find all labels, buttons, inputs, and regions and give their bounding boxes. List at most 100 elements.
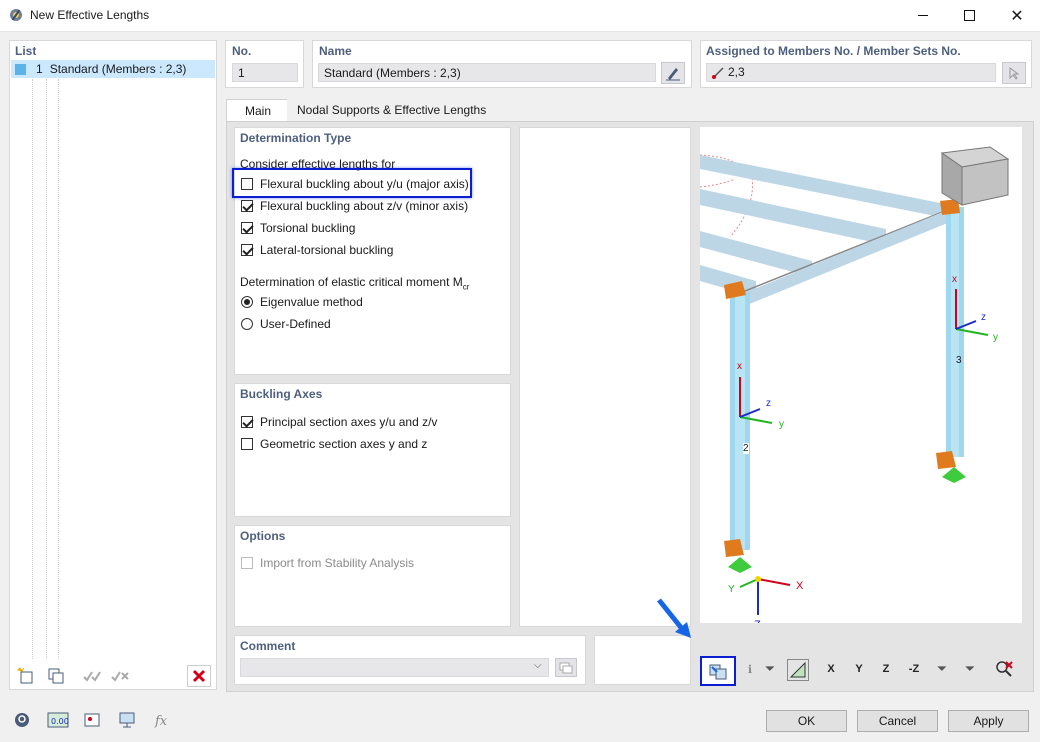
title-bar: New Effective Lengths ✕: [0, 0, 1040, 32]
comment-header: Comment: [240, 639, 296, 653]
formula-button[interactable]: fx: [150, 709, 174, 731]
flexural-zv-checkbox[interactable]: [241, 200, 253, 212]
list-item[interactable]: 1 Standard (Members : 2,3): [11, 60, 215, 78]
flexural-zv-label: Flexural buckling about z/v (minor axis): [260, 199, 469, 213]
cancel-button[interactable]: Cancel: [857, 710, 938, 732]
model-view: 2 3 x z y x z y X Y Z: [700, 127, 1022, 623]
options-header: Options: [240, 529, 286, 543]
list-item-label: Standard (Members : 2,3): [49, 62, 187, 76]
view-toolbar: ℹ ⏷ X Y Z -Z ⏷ ⏷: [700, 656, 1022, 686]
uncheck-icon: [111, 671, 129, 682]
edit-icon: [666, 68, 680, 81]
tab-nodal-supports[interactable]: Nodal Supports & Effective Lengths: [287, 99, 497, 121]
search-help-icon: [15, 713, 29, 727]
uncheck-button[interactable]: [108, 665, 132, 687]
render-mode-icon[interactable]: [787, 659, 809, 681]
list-panel: List 1 Standard (Members : 2,3): [9, 40, 217, 690]
list-header: List: [15, 44, 37, 58]
new-item-icon: [17, 667, 33, 684]
buckling-axes-header: Buckling Axes: [240, 387, 323, 401]
mcr-label: Determination of elastic critical moment…: [240, 275, 470, 292]
comment-input[interactable]: [240, 658, 549, 677]
principal-axes-checkbox[interactable]: [241, 416, 253, 428]
apply-button[interactable]: Apply: [948, 710, 1029, 732]
buckling-axes-panel: Buckling Axes Principal section axes y/u…: [234, 383, 511, 517]
delete-button[interactable]: [187, 665, 211, 687]
close-button[interactable]: ✕: [994, 0, 1040, 31]
global-axis-z: Z: [754, 619, 761, 623]
lateral-torsional-label: Lateral-torsional buckling: [260, 243, 394, 257]
user-defined-option[interactable]: User-Defined: [241, 313, 331, 335]
import-stability-option[interactable]: Import from Stability Analysis: [241, 552, 414, 574]
reset-view-icon[interactable]: [994, 659, 1014, 679]
library-icon: [559, 662, 573, 673]
name-header: Name: [319, 44, 352, 58]
no-header: No.: [232, 44, 252, 58]
axis-label-y: y: [779, 419, 784, 430]
help-button[interactable]: [10, 709, 34, 731]
tab-main[interactable]: Main: [226, 99, 290, 123]
ok-button[interactable]: OK: [766, 710, 847, 732]
comment-side-panel: [594, 635, 691, 685]
check-all-button[interactable]: [80, 665, 104, 687]
minimize-button[interactable]: [900, 0, 946, 31]
view-minus-z-icon[interactable]: -Z: [904, 659, 924, 679]
list-tree-line: [46, 79, 47, 659]
minimize-icon: [918, 15, 928, 16]
maximize-button[interactable]: [946, 0, 992, 31]
no-input[interactable]: 1: [232, 63, 298, 82]
pick-cursor-icon: [1009, 67, 1020, 80]
axis-label-z-col3: z: [981, 312, 986, 323]
pick-members-button[interactable]: [1002, 62, 1026, 84]
assigned-input[interactable]: 2,3: [706, 63, 996, 82]
model-settings-icon: [84, 713, 100, 727]
close-icon: ✕: [1010, 7, 1024, 25]
comment-library-button[interactable]: [555, 658, 577, 677]
units-button[interactable]: 0.00: [46, 709, 70, 731]
flexural-zv-option[interactable]: Flexural buckling about z/v (minor axis): [241, 195, 468, 217]
delete-icon: [192, 669, 206, 683]
copy-item-button[interactable]: [44, 665, 68, 687]
torsional-label: Torsional buckling: [260, 221, 356, 235]
eigenvalue-radio[interactable]: [241, 296, 253, 308]
sync-view-icon: [709, 664, 727, 680]
lateral-torsional-checkbox[interactable]: [241, 244, 253, 256]
torsional-option[interactable]: Torsional buckling: [241, 217, 355, 239]
view-settings-button[interactable]: [115, 709, 139, 731]
view-z-icon[interactable]: Z: [876, 659, 896, 679]
determination-panel: Determination Type Consider effective le…: [234, 127, 511, 375]
user-defined-radio[interactable]: [241, 318, 253, 330]
axis-label-x-col3: x: [952, 274, 957, 285]
units-icon: 0.00: [47, 712, 69, 728]
options-panel: Options Import from Stability Analysis: [234, 525, 511, 627]
view-y-icon[interactable]: Y: [849, 659, 869, 679]
app-icon: [9, 8, 23, 22]
geometric-axes-option[interactable]: Geometric section axes y and z: [241, 433, 427, 455]
determination-header: Determination Type: [240, 131, 352, 145]
svg-text:fx: fx: [154, 714, 168, 729]
highlight-box: [232, 168, 472, 198]
iso-view-dropdown-icon[interactable]: ⏷: [932, 659, 952, 679]
visibility-dropdown-icon[interactable]: ⏷: [960, 659, 980, 679]
model-settings-button[interactable]: [80, 709, 104, 731]
geometric-axes-checkbox[interactable]: [241, 438, 253, 450]
sync-view-button[interactable]: [700, 656, 736, 686]
member-label-2: 2: [743, 443, 749, 454]
lateral-torsional-option[interactable]: Lateral-torsional buckling: [241, 239, 393, 261]
torsional-checkbox[interactable]: [241, 222, 253, 234]
display-dropdown-icon[interactable]: ⏷: [760, 659, 780, 679]
axis-label-y-col3: y: [993, 332, 998, 343]
view-x-icon[interactable]: X: [821, 659, 841, 679]
eigenvalue-option[interactable]: Eigenvalue method: [241, 291, 363, 313]
principal-axes-option[interactable]: Principal section axes y/u and z/v: [241, 411, 437, 433]
new-item-button[interactable]: [14, 665, 38, 687]
import-stability-checkbox[interactable]: [241, 557, 253, 569]
comment-panel: Comment ⌵: [234, 635, 586, 685]
member-icon: [712, 66, 724, 79]
edit-name-button[interactable]: [661, 62, 685, 84]
name-input[interactable]: Standard (Members : 2,3): [318, 63, 656, 82]
comment-dropdown-icon[interactable]: ⌵: [534, 660, 542, 671]
axis-label-x: x: [737, 361, 742, 372]
list-tree-line: [32, 79, 33, 659]
info-icon[interactable]: ℹ: [740, 659, 760, 679]
